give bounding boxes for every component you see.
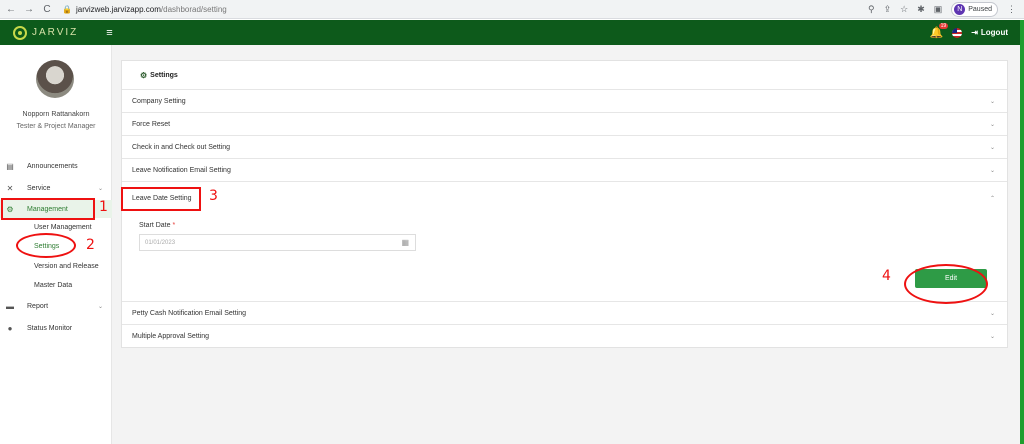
chevron-down-icon: ⌄ — [97, 185, 103, 192]
url-host: jarvizweb.jarvizapp.com — [75, 4, 161, 14]
annotation-box-management — [1, 198, 95, 220]
gear-icon: ⚙ — [140, 70, 148, 80]
settings-card: ⚙ Settings Company Setting ⌄ Force Reset… — [121, 60, 1008, 348]
submenu-master-data[interactable]: Master Data — [34, 282, 72, 289]
annotation-box-leave-date — [121, 187, 201, 211]
star-icon[interactable]: ☆ — [900, 4, 908, 15]
sidebar-item-status-monitor[interactable]: ● Status Monitor — [0, 321, 112, 335]
hamburger-menu-icon[interactable]: ≡ — [106, 27, 112, 39]
profile-status: Paused — [968, 5, 992, 13]
logout-button[interactable]: ⇥ Logout — [971, 28, 1008, 37]
page-title: ⚙ Settings — [140, 70, 178, 80]
annotation-number-1: 1 — [99, 199, 108, 215]
accordion-checkin-checkout[interactable]: Check in and Check out Setting ⌄ — [122, 135, 1007, 158]
main-content: ⚙ Settings Company Setting ⌄ Force Reset… — [112, 45, 1020, 444]
annotation-number-2: 2 — [86, 237, 95, 253]
accordion-leave-notification-email[interactable]: Leave Notification Email Setting ⌄ — [122, 158, 1007, 181]
sidepanel-icon[interactable]: ▣ — [934, 4, 943, 15]
profile-avatar: N — [954, 3, 966, 15]
brand-name: JARVIZ — [32, 27, 79, 38]
jarviz-logo-icon — [13, 25, 27, 40]
start-date-input[interactable]: 01/01/2023 ▦ — [139, 234, 416, 251]
chevron-down-icon: ⌄ — [989, 333, 995, 340]
notification-badge: 19 — [938, 23, 949, 29]
user-name: Nopporn Rattanakorn — [22, 111, 90, 118]
brand-logo[interactable]: JARVIZ — [13, 25, 79, 40]
user-role: Tester & Project Manager — [16, 123, 96, 130]
forward-button[interactable]: → — [22, 4, 36, 15]
sidebar-item-service[interactable]: ✕ Service ⌄ — [0, 181, 112, 195]
location-icon: ● — [7, 323, 13, 333]
chevron-up-icon: ⌃ — [989, 196, 995, 202]
calendar-icon[interactable]: ▦ — [401, 238, 409, 247]
menu-icon[interactable]: ⋮ — [1007, 4, 1016, 15]
accordion-petty-cash-email[interactable]: Petty Cash Notification Email Setting ⌄ — [122, 301, 1007, 324]
logout-icon: ⇥ — [971, 28, 978, 37]
annotation-ellipse-settings — [16, 233, 76, 258]
announcement-icon: ▤ — [6, 161, 14, 171]
chevron-down-icon: ⌄ — [989, 121, 995, 128]
annotation-ellipse-edit — [904, 264, 988, 304]
start-date-label: Start Date * — [139, 222, 176, 229]
accordion-multiple-approval[interactable]: Multiple Approval Setting ⌄ — [122, 324, 1007, 347]
share-icon[interactable]: ⇪ — [884, 4, 892, 15]
extensions-icon[interactable]: ✱ — [917, 4, 925, 15]
address-bar[interactable]: 🔒 jarvizweb.jarvizapp.com/dashborad/sett… — [62, 5, 227, 14]
accordion-company-setting[interactable]: Company Setting ⌄ — [122, 89, 1007, 112]
accordion-force-reset[interactable]: Force Reset ⌄ — [122, 112, 1007, 135]
folder-icon: ▬ — [6, 301, 14, 311]
submenu-version-release[interactable]: Version and Release — [34, 263, 99, 270]
browser-toolbar: ← → C 🔒 jarvizweb.jarvizapp.com/dashbora… — [0, 0, 1024, 19]
submenu-user-management[interactable]: User Management — [34, 224, 92, 231]
annotation-number-3: 3 — [209, 188, 218, 204]
sidebar-item-report[interactable]: ▬ Report ⌄ — [0, 299, 112, 313]
reload-button[interactable]: C — [40, 4, 54, 15]
sidebar-item-announcements[interactable]: ▤ Announcements — [0, 159, 112, 173]
chevron-down-icon: ⌄ — [989, 167, 995, 174]
tools-icon: ✕ — [6, 183, 14, 193]
accordion-leave-date-setting[interactable]: Leave Date Setting ⌃ — [122, 181, 1007, 215]
zoom-icon[interactable]: ⚲ — [868, 4, 875, 15]
chevron-down-icon: ⌄ — [989, 144, 995, 151]
back-button[interactable]: ← — [4, 4, 18, 15]
chevron-down-icon: ⌄ — [989, 98, 995, 105]
annotation-number-4: 4 — [882, 268, 891, 284]
lock-icon: 🔒 — [62, 4, 72, 14]
chevron-down-icon: ⌄ — [989, 310, 995, 317]
leave-date-panel: Start Date * 01/01/2023 ▦ Edit — [122, 215, 1007, 301]
chevron-down-icon: ⌄ — [97, 303, 103, 310]
profile-button[interactable]: N Paused — [951, 1, 998, 17]
us-flag-icon[interactable] — [952, 27, 963, 38]
notification-bell-icon[interactable]: 🔔 19 — [929, 23, 949, 39]
app-header: JARVIZ ≡ 🔔 19 ⇥ Logout — [0, 20, 1020, 45]
window-edge — [1020, 20, 1024, 444]
avatar — [36, 60, 74, 98]
url-path: /dashborad/setting — [160, 4, 227, 14]
